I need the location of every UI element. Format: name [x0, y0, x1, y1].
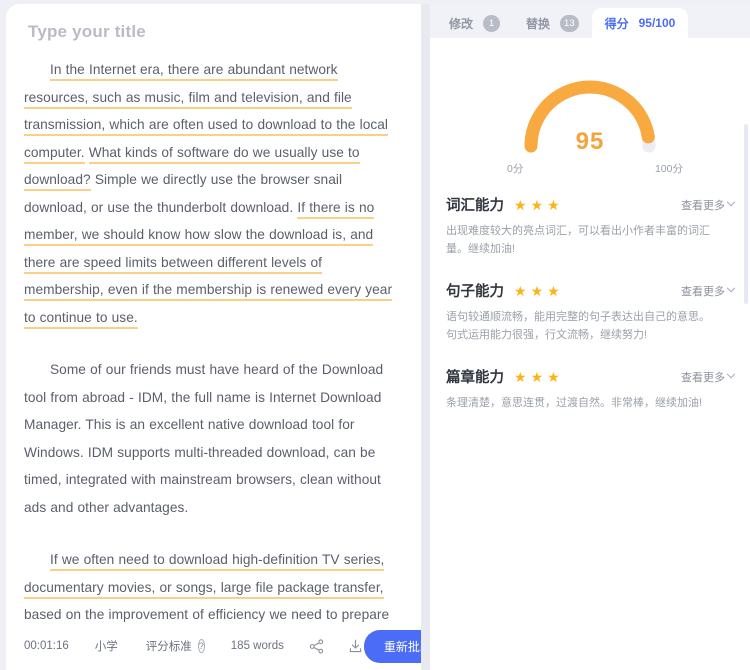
tab-score-value: 95/100: [638, 16, 676, 30]
gauge-score-value: 95: [575, 128, 605, 155]
report-tabs: 修改 1 替换 13 得分 95/100: [430, 4, 750, 38]
ability-name: 篇章能力: [446, 370, 504, 386]
report-panel: 修改 1 替换 13 得分 95/100 95 0分 100分 词汇能力 ★ ★ ★ 查看更多 出现…: [430, 4, 750, 670]
ability-header: 篇章能力 ★ ★ ★ 查看更多: [446, 366, 736, 387]
criteria-label[interactable]: 评分标准: [146, 638, 192, 654]
star-icon: ★: [530, 196, 544, 213]
report-scrollbar-thumb[interactable]: [744, 124, 748, 304]
tab-label: 修改: [449, 16, 474, 31]
app-root: Type your title In the Internet era, the…: [0, 0, 750, 670]
view-more-link[interactable]: 查看更多: [681, 197, 736, 213]
tab-badge: 1: [483, 14, 501, 32]
ability-item: 篇章能力 ★ ★ ★ 查看更多 条理清楚，意思连贯，过渡自然。非常棒，继续加油!: [446, 366, 736, 412]
essay-paragraph: Some of our friends must have heard of t…: [24, 356, 399, 521]
panel-divider: [421, 4, 430, 670]
chevron-down-icon: [726, 369, 736, 378]
essay-scroll-area[interactable]: Type your title In the Internet era, the…: [6, 4, 421, 624]
tab-revise[interactable]: 修改 1: [436, 8, 514, 38]
help-icon[interactable]: ?: [197, 639, 205, 653]
essay-title-placeholder[interactable]: Type your title: [24, 22, 399, 42]
essay-toolbar: 00:01:16 小学 评分标准 ? 185 words 重新批改: [6, 622, 452, 670]
main-card: Type your title In the Internet era, the…: [6, 4, 750, 670]
essay-paragraph: If we often need to download high-defini…: [24, 546, 399, 624]
report-body: 95 0分 100分 词汇能力 ★ ★ ★ 查看更多 出现难度较大的亮点词汇，可以看出小作…: [430, 38, 750, 670]
graded-sentence[interactable]: If there is no member, we should know ho…: [24, 199, 393, 329]
essay-panel: Type your title In the Internet era, the…: [6, 4, 452, 670]
download-icon[interactable]: [347, 638, 364, 655]
tab-label: 替换: [526, 16, 551, 31]
view-more-link[interactable]: 查看更多: [681, 283, 736, 299]
view-more-link[interactable]: 查看更多: [681, 369, 736, 385]
star-icon: ★: [514, 282, 527, 299]
share-icon[interactable]: [308, 638, 325, 655]
ability-star-rating: ★ ★ ★: [514, 198, 560, 212]
ability-name: 词汇能力: [446, 198, 504, 214]
star-icon: ★: [530, 368, 544, 385]
chevron-down-icon: [726, 197, 736, 206]
star-icon: ★: [514, 196, 527, 213]
view-more-label: 查看更多: [681, 199, 725, 212]
graded-sentence[interactable]: If we often need to download high-defini…: [24, 552, 390, 624]
ability-description: 出现难度较大的亮点词汇，可以看出小作者丰富的词汇量。继续加油!: [446, 225, 710, 255]
essay-paragraph: In the Internet era, there are abundant …: [24, 56, 399, 331]
ability-star-rating: ★ ★ ★: [514, 370, 560, 384]
ability-description: 条理清楚，意思连贯，过渡自然。非常棒，继续加油!: [446, 397, 703, 409]
ability-star-rating: ★ ★ ★: [514, 284, 560, 298]
star-icon: ★: [547, 368, 560, 385]
ability-description: 语句较通顺流畅，能用完整的句子表达出自己的意思。句式运用能力很强，行文流畅，继续…: [446, 311, 710, 341]
gauge-min-label: 0分: [507, 163, 524, 175]
grade-level-label: 小学: [94, 641, 118, 653]
view-more-label: 查看更多: [681, 285, 725, 298]
ability-list: 词汇能力 ★ ★ ★ 查看更多 出现难度较大的亮点词汇，可以看出小作者丰富的词汇量。继续加…: [430, 188, 750, 412]
score-gauge: 95 0分 100分: [507, 66, 683, 175]
ability-item: 词汇能力 ★ ★ ★ 查看更多 出现难度较大的亮点词汇，可以看出小作者丰富的词汇量。继续加…: [446, 194, 736, 258]
tab-score[interactable]: 得分 95/100: [591, 8, 689, 38]
tab-replace[interactable]: 替换 13: [513, 8, 592, 38]
star-icon: ★: [514, 368, 527, 385]
ability-header: 句子能力 ★ ★ ★ 查看更多: [446, 280, 736, 301]
star-icon: ★: [547, 196, 560, 213]
chevron-down-icon: [726, 283, 736, 292]
score-gauge-wrapper: 95 0分 100分: [430, 38, 750, 188]
report-scrollbar-track[interactable]: [744, 78, 749, 670]
ability-header: 词汇能力 ★ ★ ★ 查看更多: [446, 194, 736, 215]
ability-name: 句子能力: [446, 284, 504, 300]
ability-item: 句子能力 ★ ★ ★ 查看更多 语句较通顺流畅，能用完整的句子表达出自己的意思。句式运用能…: [446, 280, 736, 344]
tab-label: 得分: [604, 16, 629, 31]
essay-body: In the Internet era, there are abundant …: [24, 56, 399, 624]
gauge-max-label: 100分: [654, 163, 683, 175]
duration-label: 00:01:16: [24, 640, 69, 652]
star-icon: ★: [530, 282, 544, 299]
word-count-label: 185 words: [230, 640, 284, 652]
plain-sentence: Some of our friends must have heard of t…: [24, 362, 384, 515]
view-more-label: 查看更多: [681, 371, 725, 384]
tab-badge: 13: [560, 14, 579, 32]
star-icon: ★: [547, 282, 560, 299]
